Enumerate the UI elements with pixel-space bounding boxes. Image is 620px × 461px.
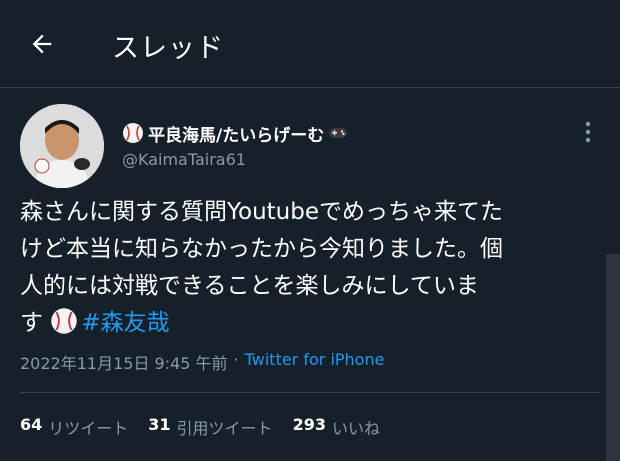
tweet-text: 森さんに関する質問Youtubeでめっちゃ来てた けど本当に知らなかったから今知… <box>20 194 606 342</box>
avatar-photo <box>20 104 104 188</box>
hashtag-link[interactable]: #森友哉 <box>81 310 169 336</box>
page-title: スレッド <box>112 33 224 64</box>
scrollbar[interactable] <box>606 254 620 461</box>
game-controller-icon <box>329 128 348 138</box>
quote-count: 31 <box>148 415 171 434</box>
tweet-meta: 2022年11月15日 9:45 午前 · Twitter for iPhone <box>20 350 384 374</box>
divider <box>20 392 600 393</box>
quote-label: 引用ツイート <box>176 419 273 438</box>
like-count: 293 <box>292 415 326 434</box>
tweet-text-line: す <box>20 310 43 336</box>
avatar[interactable] <box>20 104 104 188</box>
retweet-count: 64 <box>20 415 43 434</box>
tweet-text-line: けど本当に知らなかったから今知りました。個 <box>20 236 503 262</box>
quote-tweets-stat[interactable]: 31 引用ツイート <box>148 415 272 439</box>
source-link[interactable]: Twitter for iPhone <box>245 350 385 374</box>
likes-stat[interactable]: 293 いいね <box>293 415 380 439</box>
engagement-stats: 64 リツイート 31 引用ツイート 293 いいね <box>20 415 380 439</box>
timestamp[interactable]: 2022年11月15日 9:45 午前 <box>20 350 228 374</box>
like-label: いいね <box>331 419 380 438</box>
baseball-icon <box>51 308 78 334</box>
retweet-label: リツイート <box>48 419 129 438</box>
header-bar: スレッド <box>0 0 620 88</box>
meta-separator: · <box>233 350 239 369</box>
arrow-left-icon[interactable] <box>28 30 56 58</box>
baseball-icon <box>123 123 143 143</box>
display-name[interactable]: 平良海馬/たいらげーむ <box>148 121 324 146</box>
tweet-text-line: 森さんに関する質問Youtubeでめっちゃ来てた <box>20 199 503 225</box>
tweet-text-last-line: す #森友哉 <box>20 305 606 342</box>
user-handle[interactable]: @KaimaTaira61 <box>122 150 246 169</box>
author-name-row[interactable]: 平良海馬/たいらげーむ <box>122 118 348 148</box>
retweets-stat[interactable]: 64 リツイート <box>20 415 128 439</box>
more-options-icon[interactable] <box>580 120 596 144</box>
tweet-text-line: 人的には対戦できることを楽しみにしていま <box>20 273 479 299</box>
